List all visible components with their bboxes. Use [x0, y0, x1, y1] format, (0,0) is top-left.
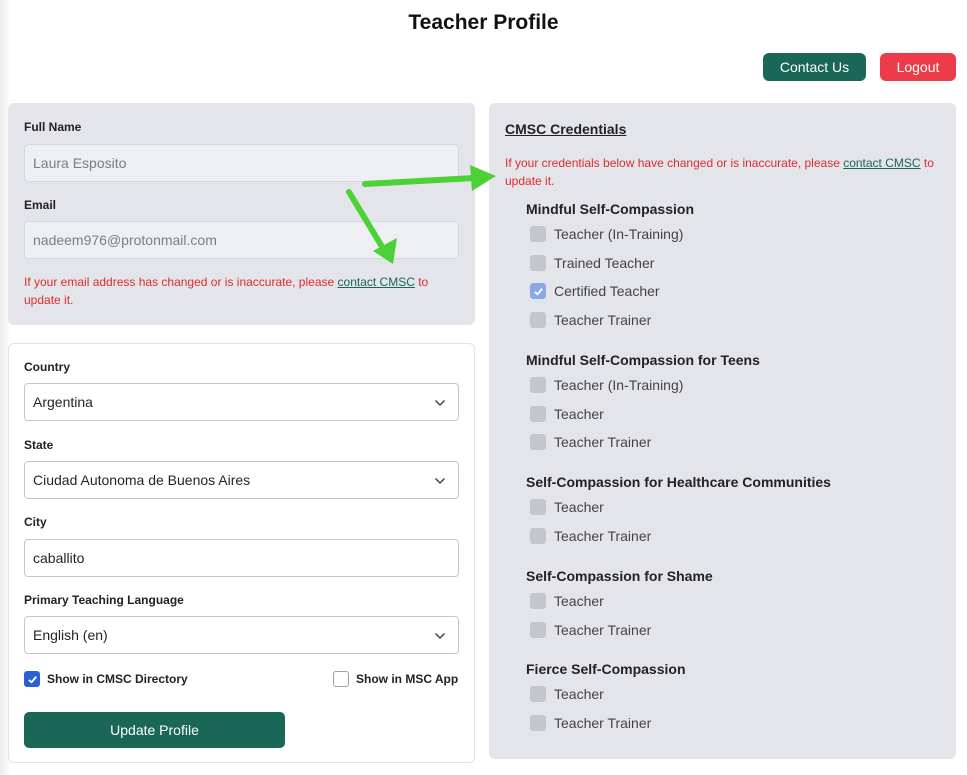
- city-label: City: [24, 515, 47, 529]
- city-value: caballito: [33, 550, 85, 566]
- app-label: Show in MSC App: [356, 672, 459, 686]
- credential-item-label: Teacher (In-Training): [554, 377, 684, 393]
- credential-checkbox: [530, 686, 546, 702]
- app-checkbox[interactable]: [333, 671, 349, 687]
- state-value: Ciudad Autonoma de Buenos Aires: [33, 472, 251, 488]
- credential-item: Teacher Trainer: [530, 621, 652, 638]
- credential-item: Teacher: [530, 405, 604, 422]
- credential-item-label: Certified Teacher: [554, 283, 660, 300]
- full-name-label: Full Name: [24, 120, 82, 134]
- credential-item: Trained Teacher: [530, 254, 655, 271]
- show-in-directory-toggle[interactable]: Show in CMSC Directory: [24, 671, 188, 687]
- credential-item: Teacher: [530, 499, 604, 515]
- credential-checkbox: [530, 254, 546, 271]
- full-name-field[interactable]: Laura Esposito: [24, 144, 459, 182]
- logout-button[interactable]: Logout: [880, 53, 956, 81]
- city-input[interactable]: caballito: [24, 539, 459, 577]
- credential-checkbox: [530, 621, 546, 638]
- contact-us-button[interactable]: Contact Us: [763, 53, 866, 81]
- credential-item: Teacher (In-Training): [530, 377, 683, 393]
- country-label: Country: [24, 360, 70, 374]
- credential-checkbox: [530, 377, 546, 393]
- language-value: English (en): [33, 627, 108, 643]
- credential-checkbox: [530, 434, 546, 451]
- show-in-app-toggle[interactable]: Show in MSC App: [333, 671, 458, 687]
- credential-group-title: Mindful Self-Compassion for Teens: [526, 352, 760, 368]
- credential-checkbox: [530, 527, 546, 544]
- language-label: Primary Teaching Language: [24, 593, 184, 607]
- country-select[interactable]: Argentina: [24, 383, 459, 421]
- email-contact-cmsc-link[interactable]: contact CMSC: [338, 275, 415, 289]
- credential-checkbox: [530, 311, 546, 328]
- email-value: nadeem976@protonmail.com: [33, 232, 217, 248]
- credential-checkbox: [530, 593, 546, 609]
- credential-checkbox: [530, 405, 546, 422]
- credential-item: Teacher: [530, 593, 604, 609]
- credentials-change-note: If your credentials below have changed o…: [505, 156, 934, 188]
- country-value: Argentina: [33, 394, 93, 410]
- credential-item-label: Trained Teacher: [554, 254, 655, 271]
- credential-item-label: Teacher: [554, 686, 604, 702]
- credential-item: Teacher (In-Training): [530, 226, 683, 242]
- credential-item: Teacher Trainer: [530, 311, 652, 328]
- chevron-down-icon: [434, 632, 446, 640]
- email-change-note: If your email address has changed or is …: [24, 275, 429, 307]
- credential-checkbox: [530, 714, 546, 731]
- credential-checkbox: [530, 283, 546, 300]
- credential-item-label: Teacher Trainer: [554, 714, 652, 731]
- credential-checkbox: [530, 226, 546, 242]
- credential-item: Teacher Trainer: [530, 527, 652, 544]
- directory-label: Show in CMSC Directory: [47, 672, 188, 686]
- credential-item-label: Teacher Trainer: [554, 621, 652, 638]
- credential-item: Teacher: [530, 686, 604, 702]
- credential-item: Certified Teacher: [530, 283, 660, 300]
- directory-checkbox[interactable]: [24, 671, 40, 687]
- full-name-value: Laura Esposito: [33, 155, 127, 171]
- credential-item-label: Teacher Trainer: [554, 311, 652, 328]
- credential-item-label: Teacher: [554, 593, 604, 609]
- language-select[interactable]: English (en): [24, 616, 459, 654]
- credential-group-title: Mindful Self-Compassion: [526, 201, 694, 217]
- email-field[interactable]: nadeem976@protonmail.com: [24, 221, 459, 259]
- credential-item-label: Teacher Trainer: [554, 434, 652, 451]
- check-icon: [533, 287, 543, 296]
- credential-item-label: Teacher (In-Training): [554, 226, 684, 242]
- chevron-down-icon: [434, 477, 446, 485]
- credential-item-label: Teacher: [554, 499, 604, 515]
- credentials-contact-cmsc-link[interactable]: contact CMSC: [843, 156, 920, 170]
- credentials-title: CMSC Credentials: [505, 121, 627, 137]
- credential-item-label: Teacher Trainer: [554, 527, 652, 544]
- state-select[interactable]: Ciudad Autonoma de Buenos Aires: [24, 461, 459, 499]
- credential-group-title: Self-Compassion for Shame: [526, 568, 713, 584]
- page-title: Teacher Profile: [408, 11, 559, 34]
- chevron-down-icon: [434, 399, 446, 407]
- check-icon: [27, 675, 37, 684]
- update-profile-button[interactable]: Update Profile: [24, 712, 285, 748]
- credential-group-title: Self-Compassion for Healthcare Communiti…: [526, 474, 831, 490]
- credential-checkbox: [530, 499, 546, 515]
- credential-item: Teacher Trainer: [530, 434, 652, 451]
- credential-item: Teacher Trainer: [530, 714, 652, 731]
- email-label: Email: [24, 198, 57, 212]
- credential-group-title: Fierce Self-Compassion: [526, 661, 686, 677]
- credential-item-label: Teacher: [554, 405, 604, 422]
- state-label: State: [24, 438, 54, 452]
